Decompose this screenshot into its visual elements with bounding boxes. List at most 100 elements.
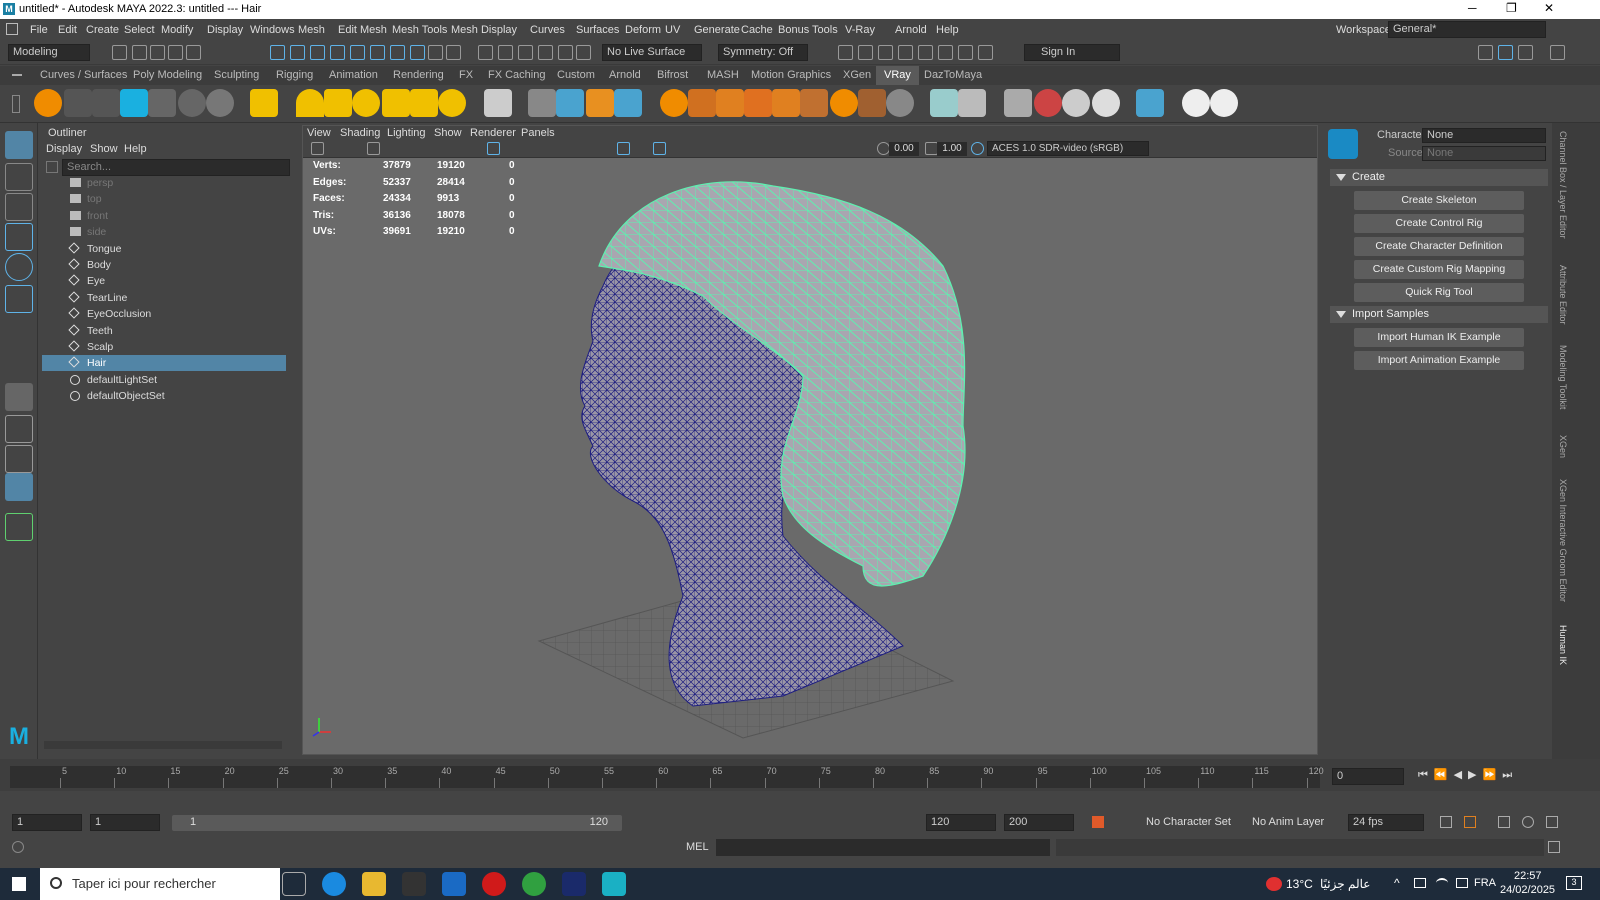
ipr-render-icon[interactable] — [878, 45, 893, 60]
menu-deform[interactable]: Deform — [625, 24, 661, 36]
modeling-toolkit-icon[interactable] — [1478, 45, 1493, 60]
source-dropdown[interactable]: None — [1422, 146, 1546, 161]
shelf-tab-xgen[interactable]: XGen — [843, 69, 871, 81]
menu-v-ray[interactable]: V-Ray — [845, 24, 875, 36]
outliner-item-scalp[interactable]: Scalp — [42, 339, 286, 355]
select-multi-icon[interactable] — [410, 45, 425, 60]
store-icon[interactable] — [402, 872, 426, 896]
vray-sphere-icon[interactable] — [178, 89, 206, 117]
highlight-icon[interactable] — [446, 45, 461, 60]
human-ik-logo-icon[interactable] — [1328, 129, 1358, 159]
photoshop-icon[interactable] — [562, 872, 586, 896]
shelf-tab-sculpting[interactable]: Sculpting — [214, 69, 259, 81]
save-scene-icon[interactable] — [150, 45, 165, 60]
shelf-tab-poly-modeling[interactable]: Poly Modeling — [133, 69, 202, 81]
vray-sun-icon[interactable] — [438, 89, 466, 117]
command-input[interactable] — [716, 839, 1050, 856]
paint-select-tool-icon[interactable] — [5, 193, 33, 221]
mel-label[interactable]: MEL — [686, 841, 709, 853]
snap-pivot-icon[interactable] — [576, 45, 591, 60]
render-setup-icon[interactable] — [958, 45, 973, 60]
start-time-input[interactable]: 1 — [12, 814, 82, 831]
outliner-layout-icon[interactable] — [5, 473, 33, 501]
weather-temp[interactable]: 13°C — [1286, 877, 1313, 891]
loop-icon[interactable] — [1440, 816, 1452, 828]
snap-surface-icon[interactable] — [558, 45, 573, 60]
menu-generate[interactable]: Generate — [694, 24, 740, 36]
menu-help[interactable]: Help — [936, 24, 959, 36]
opera-icon[interactable] — [482, 872, 506, 896]
playback-speed-icon[interactable] — [1522, 816, 1534, 828]
outliner-item-body[interactable]: Body — [42, 257, 286, 273]
close-icon[interactable]: ✕ — [1544, 1, 1554, 15]
outliner-item-hair[interactable]: Hair — [42, 355, 286, 372]
range-slider-bar[interactable]: 1 120 — [172, 815, 622, 831]
tab-human-ik[interactable]: Human IK — [1558, 625, 1568, 665]
chrome-icon[interactable] — [522, 872, 546, 896]
menu-cache[interactable]: Cache — [741, 24, 773, 36]
select-by-object-icon[interactable] — [290, 45, 305, 60]
vray-settings-icon[interactable] — [886, 89, 914, 117]
auto-key-icon[interactable] — [1092, 816, 1104, 828]
select-by-component-icon[interactable] — [310, 45, 325, 60]
create-custom-rig-mapping-button[interactable]: Create Custom Rig Mapping — [1354, 260, 1524, 279]
vray-grid-icon[interactable] — [772, 89, 800, 117]
menu-modify[interactable]: Modify — [161, 24, 193, 36]
edge-icon[interactable] — [322, 872, 346, 896]
shelf-tab-arnold[interactable]: Arnold — [609, 69, 641, 81]
outliner-item-teeth[interactable]: Teeth — [42, 323, 286, 339]
shelf-tab-vray[interactable]: VRay — [876, 66, 919, 85]
menu-curves[interactable]: Curves — [530, 24, 565, 36]
tray-chevron-icon[interactable]: ^ — [1394, 876, 1400, 890]
maya-taskbar-icon[interactable] — [602, 872, 626, 896]
vray-toggle-icon[interactable] — [1136, 89, 1164, 117]
hypershade-icon[interactable] — [918, 45, 933, 60]
end-time-input[interactable]: 200 — [1004, 814, 1074, 831]
outliner-item-top[interactable]: top — [42, 191, 286, 207]
vray-box-icon[interactable] — [148, 89, 176, 117]
vray-asset-editor-icon[interactable] — [34, 89, 62, 117]
vray-plane-icon[interactable] — [484, 89, 512, 117]
tool-settings-icon[interactable] — [1518, 45, 1533, 60]
menu-arnold[interactable]: Arnold — [895, 24, 927, 36]
vray-displacement-icon[interactable] — [688, 89, 716, 117]
new-scene-icon[interactable] — [112, 45, 127, 60]
playback-end-input[interactable]: 120 — [926, 814, 996, 831]
select-vertex-icon[interactable] — [330, 45, 345, 60]
shelf-gear-icon[interactable] — [12, 95, 20, 113]
weather-text[interactable]: عالم جزئيًا — [1320, 877, 1370, 891]
menu-file[interactable]: File — [30, 24, 48, 36]
character-set-dropdown[interactable]: No Character Set — [1146, 816, 1231, 828]
outliner-item-front[interactable]: front — [42, 208, 286, 224]
outliner-hscrollbar[interactable] — [44, 741, 282, 749]
vray-ipr-icon[interactable] — [92, 89, 120, 117]
import-human-ik-example-button[interactable]: Import Human IK Example — [1354, 328, 1524, 347]
menu-edit-mesh[interactable]: Edit Mesh — [338, 24, 387, 36]
quick-rig-tool-button[interactable]: Quick Rig Tool — [1354, 283, 1524, 302]
menu-display[interactable]: Display — [207, 24, 243, 36]
shelf-tab-rendering[interactable]: Rendering — [393, 69, 444, 81]
viewport-panel[interactable]: View Shading Lighting Show Renderer Panels 0.… — [302, 125, 1318, 755]
clock-time[interactable]: 22:57 — [1514, 870, 1542, 882]
snap-point-icon[interactable] — [518, 45, 533, 60]
attribute-editor-icon[interactable] — [1498, 45, 1513, 60]
vray-subdivision-icon[interactable] — [716, 89, 744, 117]
weather-icon[interactable] — [1266, 877, 1282, 891]
menu-bonus-tools[interactable]: Bonus Tools — [778, 24, 838, 36]
taskbar-search-input[interactable]: Taper ici pour rechercher — [40, 868, 280, 900]
character-dropdown[interactable]: None — [1422, 128, 1546, 143]
tab-xgen[interactable]: XGen — [1558, 435, 1568, 458]
select-by-hierarchy-icon[interactable] — [270, 45, 285, 60]
menu-mesh-display[interactable]: Mesh Display — [451, 24, 517, 36]
tab-modeling-toolkit[interactable]: Modeling Toolkit — [1558, 345, 1568, 409]
vray-mesh-light-icon[interactable] — [382, 89, 410, 117]
outliner-menu-help[interactable]: Help — [124, 143, 147, 155]
shelf-tab-rigging[interactable]: Rigging — [276, 69, 313, 81]
select-face-icon[interactable] — [370, 45, 385, 60]
rotate-tool-icon[interactable] — [5, 253, 33, 281]
persp-outliner-icon[interactable] — [5, 445, 33, 473]
select-uv-icon[interactable] — [390, 45, 405, 60]
vray-fur-settings-icon[interactable] — [858, 89, 886, 117]
clock-date[interactable]: 24/02/2025 — [1500, 884, 1555, 896]
create-skeleton-button[interactable]: Create Skeleton — [1354, 191, 1524, 210]
